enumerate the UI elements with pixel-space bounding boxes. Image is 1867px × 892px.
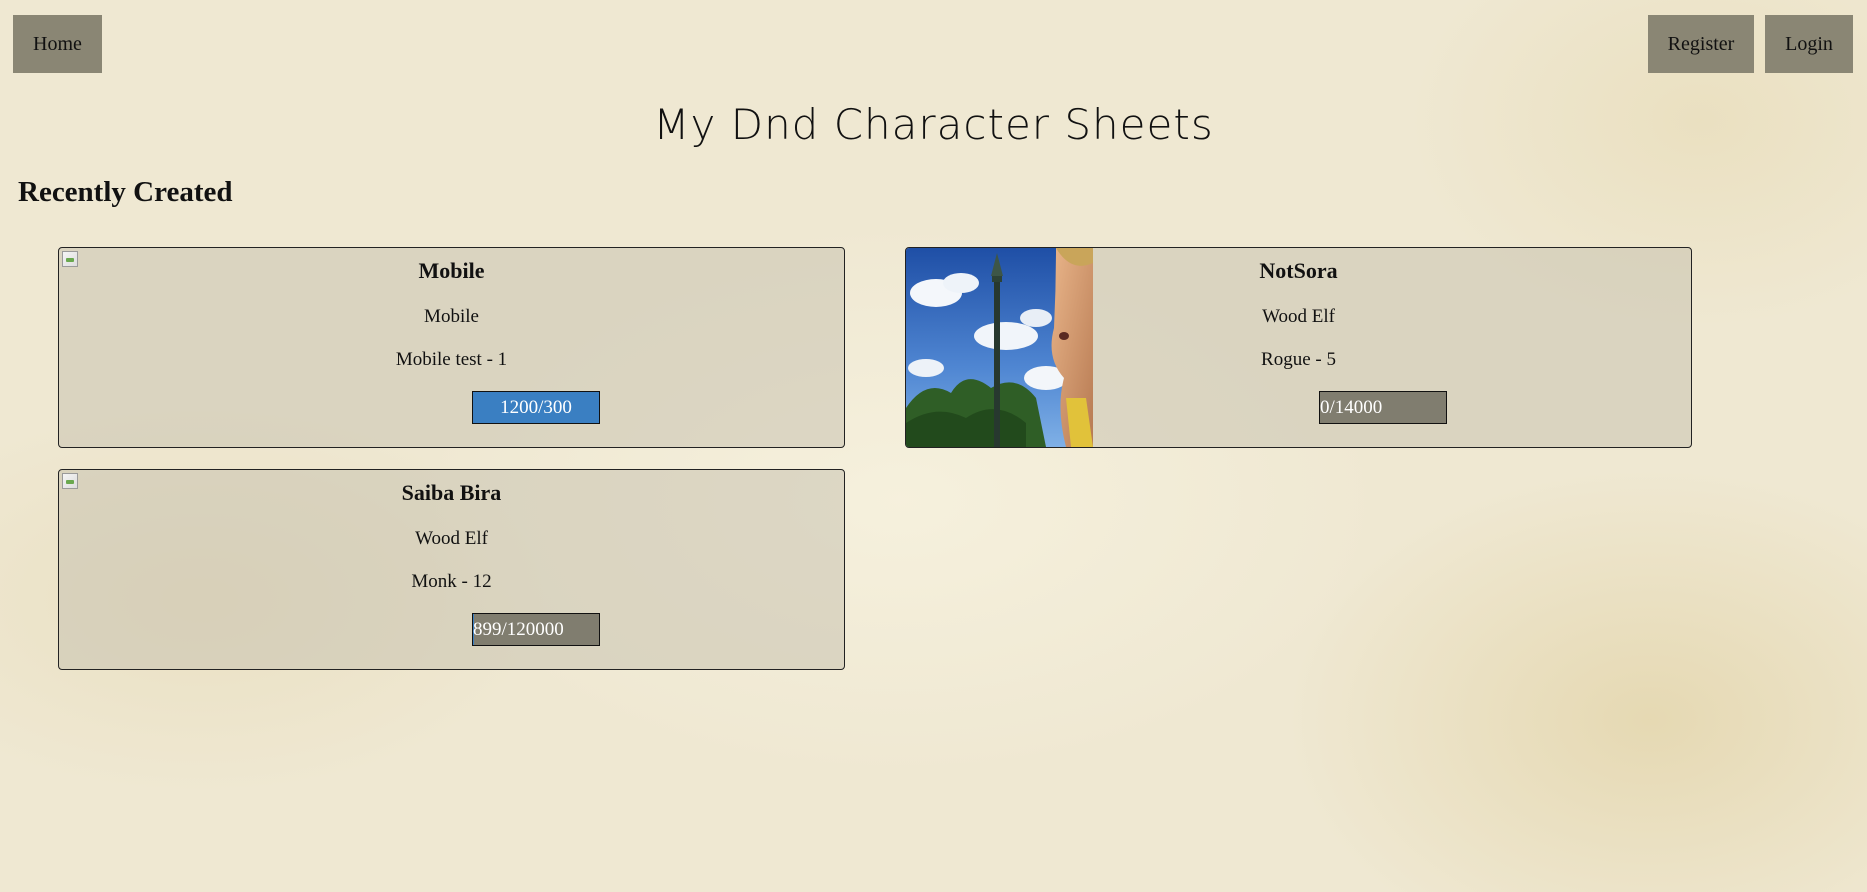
character-race: Wood Elf bbox=[1262, 306, 1335, 327]
xp-progress-bar: 1200/300 bbox=[472, 391, 600, 424]
character-name: NotSora bbox=[1259, 258, 1338, 283]
character-race: Mobile bbox=[424, 306, 479, 327]
character-name: Mobile bbox=[418, 258, 485, 283]
character-class-level: Rogue - 5 bbox=[1261, 349, 1336, 370]
register-button[interactable]: Register bbox=[1648, 15, 1754, 73]
character-card[interactable]: Mobile Mobile Mobile test - 1 1200/300 bbox=[58, 247, 845, 448]
character-race: Wood Elf bbox=[415, 528, 488, 549]
character-class-level: Mobile test - 1 bbox=[395, 349, 508, 370]
xp-progress-text: 1200/300 bbox=[500, 397, 572, 418]
character-card[interactable]: Saiba Bira Wood Elf Monk - 12 899/120000 bbox=[58, 469, 845, 670]
section-title: Recently Created bbox=[18, 176, 233, 208]
character-class-level: Monk - 12 bbox=[411, 571, 492, 592]
page-title: My Dnd Character Sheets bbox=[653, 100, 1214, 149]
home-button[interactable]: Home bbox=[13, 15, 102, 73]
xp-progress-text: 0/14000 bbox=[1320, 397, 1383, 418]
xp-progress-bar: 0/14000 bbox=[1319, 391, 1447, 424]
character-name: Saiba Bira bbox=[401, 480, 502, 505]
xp-progress-bar: 899/120000 bbox=[472, 613, 600, 646]
character-card[interactable]: NotSora Wood Elf Rogue - 5 0/14000 bbox=[905, 247, 1692, 448]
login-button[interactable]: Login bbox=[1765, 15, 1853, 73]
xp-progress-text: 899/120000 bbox=[473, 619, 564, 640]
